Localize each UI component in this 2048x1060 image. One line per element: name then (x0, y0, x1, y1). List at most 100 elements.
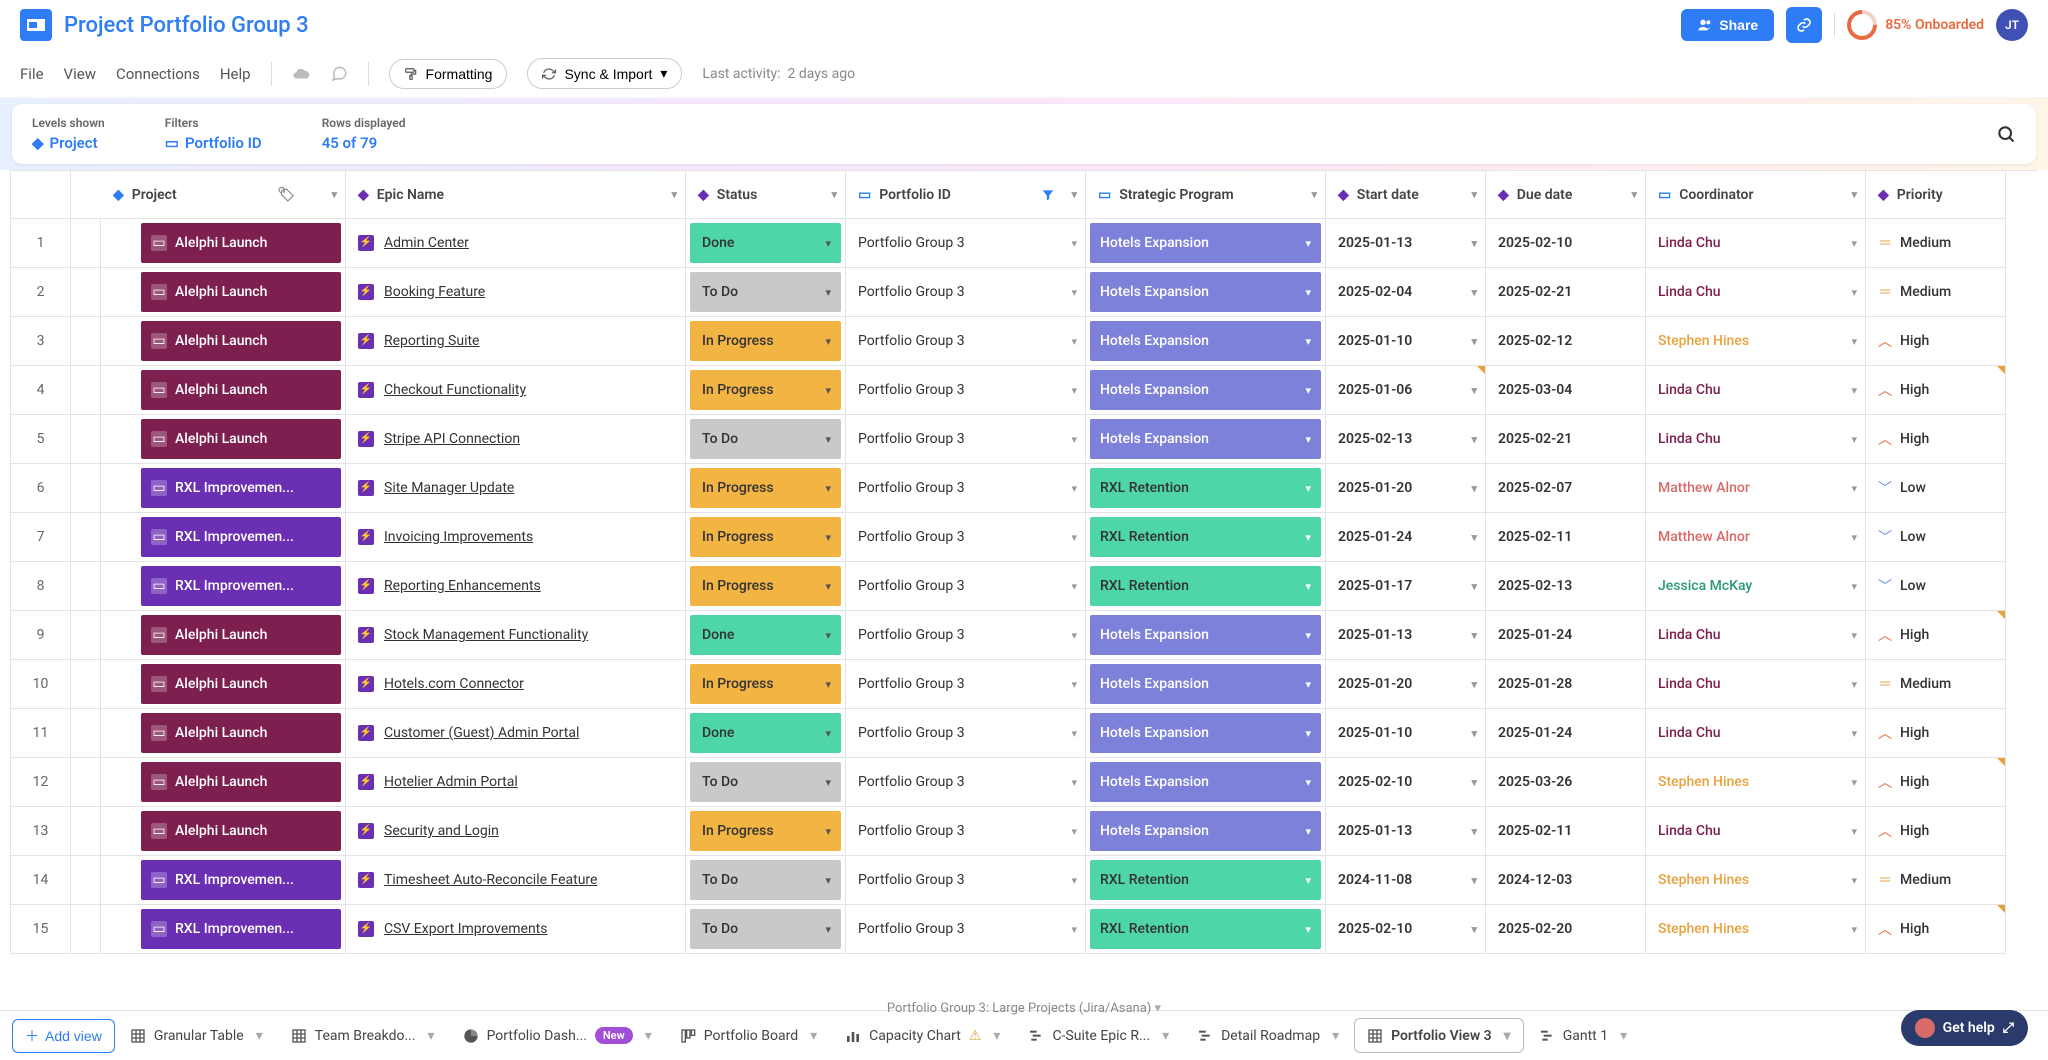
priority-cell[interactable]: ﹀Low (1866, 562, 2006, 611)
project-cell[interactable]: ▭RXL Improvemen... (101, 464, 346, 513)
start-date-cell[interactable]: 2025-01-20▾ (1326, 660, 1486, 709)
add-view-button[interactable]: ＋Add view (12, 1019, 115, 1053)
epic-cell[interactable]: Hotels.com Connector (346, 660, 686, 709)
portfolio-cell[interactable]: Portfolio Group 3▾ (846, 219, 1086, 268)
chevron-down-icon[interactable]: ▾ (1851, 433, 1857, 446)
user-avatar[interactable]: JT (1996, 9, 2028, 41)
coordinator-cell[interactable]: Jessica McKay▾ (1646, 562, 1866, 611)
chevron-down-icon[interactable]: ▾ (1071, 531, 1077, 544)
coordinator-cell[interactable]: Linda Chu▾ (1646, 660, 1866, 709)
chevron-down-icon[interactable]: ▾ (1471, 531, 1477, 544)
project-cell[interactable]: ▭Alelphi Launch (101, 807, 346, 856)
chevron-down-icon[interactable]: ▾ (1305, 237, 1311, 250)
start-date-cell[interactable]: 2025-02-13▾ (1326, 415, 1486, 464)
chevron-down-icon[interactable]: ▾ (1071, 776, 1077, 789)
chevron-down-icon[interactable]: ▾ (1471, 825, 1477, 838)
chevron-down-icon[interactable]: ▾ (825, 923, 831, 936)
coordinator-cell[interactable]: Linda Chu▾ (1646, 366, 1866, 415)
project-cell[interactable]: ▭RXL Improvemen... (101, 856, 346, 905)
view-tab[interactable]: C-Suite Epic R...▾ (1015, 1018, 1182, 1053)
priority-cell[interactable]: ＝Medium (1866, 856, 2006, 905)
epic-link[interactable]: Booking Feature (384, 284, 485, 300)
due-date-cell[interactable]: 2025-02-11 (1486, 513, 1646, 562)
chevron-down-icon[interactable]: ▾ (1851, 237, 1857, 250)
chevron-down-icon[interactable]: ▾ (1332, 1028, 1339, 1044)
chevron-down-icon[interactable]: ▾ (993, 1028, 1000, 1044)
filter-icon[interactable] (1041, 188, 1055, 202)
chevron-down-icon[interactable]: ▾ (825, 580, 831, 593)
chevron-down-icon[interactable]: ▾ (1851, 384, 1857, 397)
menu-connections[interactable]: Connections (116, 65, 200, 83)
portfolio-cell[interactable]: Portfolio Group 3▾ (846, 366, 1086, 415)
chevron-down-icon[interactable]: ▾ (1504, 1028, 1511, 1044)
chevron-down-icon[interactable]: ▾ (1851, 286, 1857, 299)
status-cell[interactable]: Done▾ (686, 219, 846, 268)
menu-view[interactable]: View (64, 65, 96, 83)
chevron-down-icon[interactable]: ▾ (1071, 482, 1077, 495)
chevron-down-icon[interactable]: ▾ (1631, 188, 1637, 201)
project-cell[interactable]: ▭RXL Improvemen... (101, 513, 346, 562)
view-tab[interactable]: Portfolio Board▾ (667, 1018, 830, 1053)
col-project[interactable]: ◆Project🏷▾ (101, 171, 346, 219)
program-cell[interactable]: Hotels Expansion▾ (1086, 366, 1326, 415)
status-cell[interactable]: In Progress▾ (686, 513, 846, 562)
project-cell[interactable]: ▭Alelphi Launch (101, 611, 346, 660)
portfolio-cell[interactable]: Portfolio Group 3▾ (846, 856, 1086, 905)
chevron-down-icon[interactable]: ▾ (1851, 825, 1857, 838)
epic-link[interactable]: Reporting Enhancements (384, 578, 541, 594)
chevron-down-icon[interactable]: ▾ (825, 629, 831, 642)
data-grid[interactable]: ◆Project🏷▾◆Epic Name▾◆Status▾▭Portfolio … (0, 170, 2048, 1010)
chevron-down-icon[interactable]: ▾ (1471, 923, 1477, 936)
chevron-down-icon[interactable]: ▾ (825, 433, 831, 446)
col-start[interactable]: ◆Start date▾ (1326, 171, 1486, 219)
epic-link[interactable]: Security and Login (384, 823, 499, 839)
coordinator-cell[interactable]: Linda Chu▾ (1646, 415, 1866, 464)
chevron-down-icon[interactable]: ▾ (1071, 727, 1077, 740)
chevron-down-icon[interactable]: ▾ (1851, 776, 1857, 789)
status-cell[interactable]: In Progress▾ (686, 660, 846, 709)
onboarding-progress[interactable]: 85% Onboarded (1847, 10, 1984, 40)
chevron-down-icon[interactable]: ▾ (1071, 286, 1077, 299)
col-priority[interactable]: ◆Priority (1866, 171, 2006, 219)
due-date-cell[interactable]: 2025-01-24 (1486, 611, 1646, 660)
program-cell[interactable]: RXL Retention▾ (1086, 562, 1326, 611)
priority-cell[interactable]: ︿High (1866, 905, 2006, 954)
due-date-cell[interactable]: 2025-02-13 (1486, 562, 1646, 611)
portfolio-cell[interactable]: Portfolio Group 3▾ (846, 807, 1086, 856)
epic-cell[interactable]: Hotelier Admin Portal (346, 758, 686, 807)
coordinator-cell[interactable]: Linda Chu▾ (1646, 219, 1866, 268)
chevron-down-icon[interactable]: ▾ (1851, 188, 1857, 201)
chevron-down-icon[interactable]: ▾ (1851, 923, 1857, 936)
priority-cell[interactable]: ＝Medium (1866, 268, 2006, 317)
start-date-cell[interactable]: 2025-02-10▾ (1326, 758, 1486, 807)
chevron-down-icon[interactable]: ▾ (1071, 825, 1077, 838)
project-cell[interactable]: ▭Alelphi Launch (101, 758, 346, 807)
chevron-down-icon[interactable]: ▾ (1305, 482, 1311, 495)
epic-link[interactable]: Hotelier Admin Portal (384, 774, 518, 790)
due-date-cell[interactable]: 2025-02-21 (1486, 268, 1646, 317)
start-date-cell[interactable]: 2025-01-24▾ (1326, 513, 1486, 562)
rows-displayed[interactable]: Rows displayed 45 of 79 (322, 116, 406, 152)
chevron-down-icon[interactable]: ▾ (825, 531, 831, 544)
portfolio-cell[interactable]: Portfolio Group 3▾ (846, 562, 1086, 611)
status-cell[interactable]: In Progress▾ (686, 562, 846, 611)
chevron-down-icon[interactable]: ▾ (1471, 776, 1477, 789)
portfolio-cell[interactable]: Portfolio Group 3▾ (846, 660, 1086, 709)
start-date-cell[interactable]: 2025-01-17▾ (1326, 562, 1486, 611)
program-cell[interactable]: RXL Retention▾ (1086, 905, 1326, 954)
start-date-cell[interactable]: 2025-01-13▾ (1326, 611, 1486, 660)
start-date-cell[interactable]: 2024-11-08▾ (1326, 856, 1486, 905)
chevron-down-icon[interactable]: ▾ (1851, 531, 1857, 544)
view-tab[interactable]: Team Breakdo...▾ (278, 1018, 448, 1053)
chevron-down-icon[interactable]: ▾ (1071, 433, 1077, 446)
formatting-button[interactable]: Formatting (389, 59, 508, 89)
coordinator-cell[interactable]: Stephen Hines▾ (1646, 856, 1866, 905)
program-cell[interactable]: Hotels Expansion▾ (1086, 317, 1326, 366)
epic-cell[interactable]: Checkout Functionality (346, 366, 686, 415)
view-tab[interactable]: Portfolio Dash...New▾ (450, 1018, 665, 1053)
due-date-cell[interactable]: 2024-12-03 (1486, 856, 1646, 905)
due-date-cell[interactable]: 2025-01-24 (1486, 709, 1646, 758)
chevron-down-icon[interactable]: ▾ (1471, 482, 1477, 495)
project-cell[interactable]: ▭Alelphi Launch (101, 709, 346, 758)
chevron-down-icon[interactable]: ▾ (1071, 335, 1077, 348)
